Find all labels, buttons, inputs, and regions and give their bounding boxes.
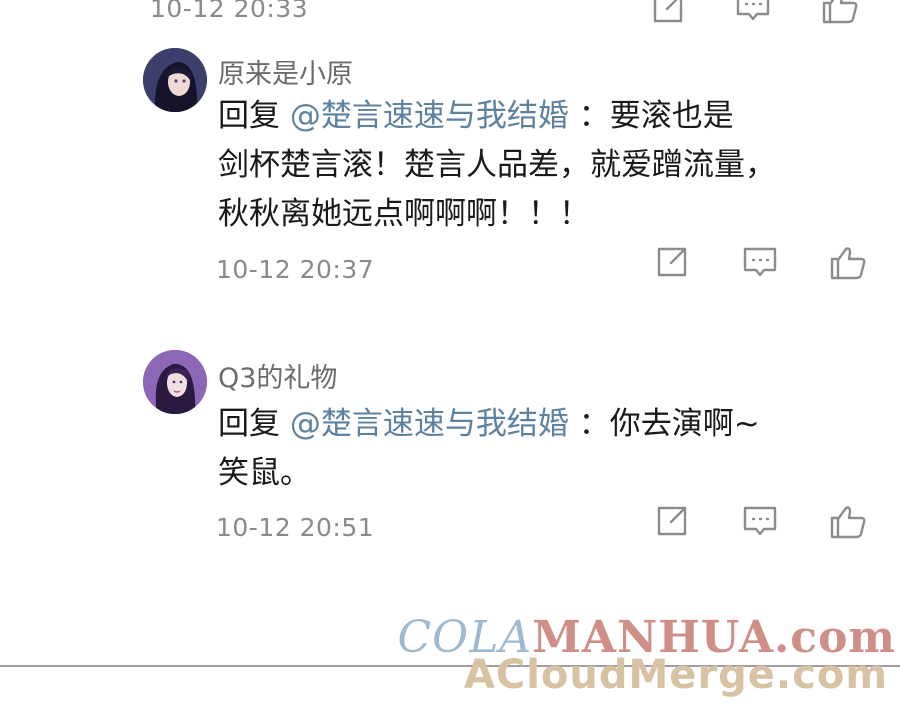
comment-icon[interactable] (738, 240, 782, 284)
comment-body: 回复 @楚言速速与我结婚 ：要滚也是 剑杯楚言滚！楚言人品差，就爱蹭流量， 秋秋… (218, 92, 818, 239)
avatar[interactable] (143, 48, 207, 112)
comment-text-line: 笑鼠。 (218, 455, 311, 491)
separator: ： (578, 98, 610, 134)
timestamp: 10-12 20:33 (150, 0, 309, 23)
comment-text-line: 你去演啊~ (609, 406, 760, 442)
separator: ： (578, 406, 610, 442)
thumbs-up-icon[interactable] (826, 240, 870, 284)
share-icon[interactable] (650, 240, 694, 284)
mention-link[interactable]: @楚言速速与我结婚 (290, 98, 569, 134)
share-icon[interactable] (650, 499, 694, 543)
username[interactable]: Q3的礼物 (218, 356, 337, 395)
thumbs-up-icon[interactable] (826, 499, 870, 543)
mention-link[interactable]: @楚言速速与我结婚 (290, 406, 569, 442)
timestamp: 10-12 20:37 (216, 255, 375, 284)
timestamp: 10-12 20:51 (216, 513, 375, 542)
share-icon[interactable] (646, 0, 690, 30)
comment-icon[interactable] (738, 499, 782, 543)
comment-text-line: 剑杯楚言滚！楚言人品差，就爱蹭流量， (218, 147, 776, 183)
watermark-acloudmerge: ACloudMerge.com (463, 652, 888, 698)
username[interactable]: 原来是小原 (218, 52, 353, 91)
reply-label: 回复 (218, 98, 280, 134)
reply-label: 回复 (218, 406, 280, 442)
comment-body: 回复 @楚言速速与我结婚 ：你去演啊~ 笑鼠。 (218, 400, 818, 498)
comment-text-line: 要滚也是 (609, 98, 734, 134)
comment-text-line: 秋秋离她远点啊啊啊！！！ (218, 196, 590, 232)
thumbs-up-icon[interactable] (818, 0, 862, 28)
avatar[interactable] (143, 350, 207, 414)
comment-icon[interactable] (731, 0, 775, 28)
